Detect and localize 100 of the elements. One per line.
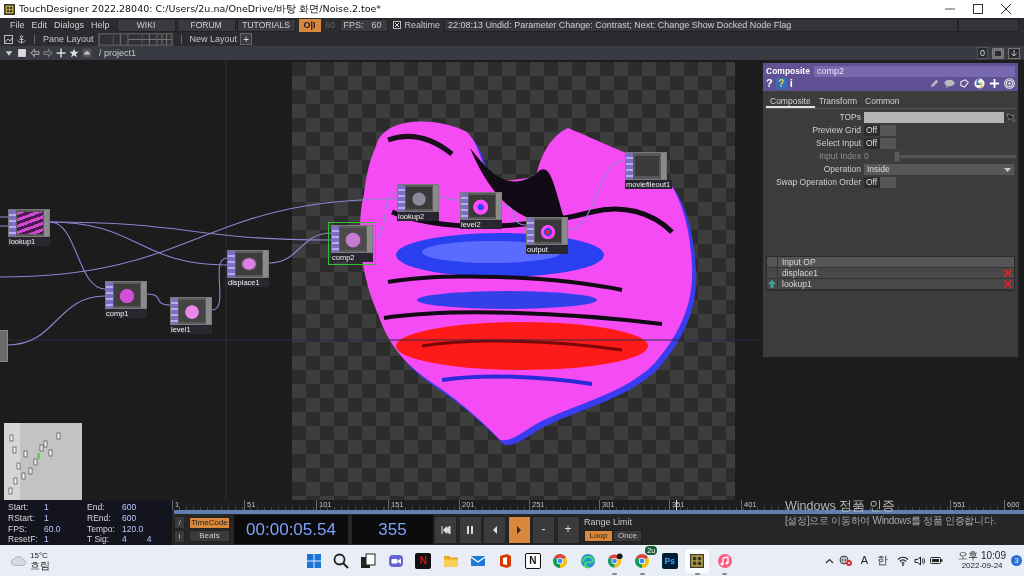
taskbar-app-button[interactable]: N [415,552,432,569]
toggle-button[interactable]: Off [864,125,897,136]
range-limit-label: Range Limit [584,517,634,528]
home-icon[interactable] [82,48,92,58]
info-label: ResetF: [8,534,39,545]
help-button[interactable]: ? [766,78,773,89]
split-rows-icon[interactable] [127,33,143,45]
quad-pane-icon[interactable] [142,33,157,45]
image-icon[interactable] [4,34,13,44]
operator-node[interactable] [0,330,8,362]
connection-wire [567,159,626,231]
menu-item[interactable]: Help [91,19,110,31]
step-button[interactable]: - [532,515,555,544]
range-option-button[interactable]: Once [613,529,642,542]
down-arrow-icon[interactable] [1008,47,1020,59]
up-arrow-icon[interactable] [768,280,776,288]
realtime-checkbox[interactable] [392,21,401,29]
tool-button[interactable]: / [174,516,185,529]
menu-item[interactable]: Dialogs [54,19,85,31]
input-mode-label[interactable]: A [860,553,869,568]
perform-toggle[interactable]: O|I [298,18,321,32]
star-icon[interactable] [69,48,79,58]
menu-item[interactable]: File [10,19,25,31]
window-icon[interactable] [992,47,1004,59]
mode-button[interactable]: Beats [189,530,230,542]
pointer-arrow-icon[interactable] [1006,113,1016,122]
operator-name-field[interactable]: comp2 [813,65,1015,77]
mode-button[interactable]: TimeCode [189,517,230,529]
info-label: T Sig: [87,534,111,545]
anchor-icon[interactable] [17,34,26,44]
plus-icon[interactable] [56,48,66,58]
operator-type-label: Composite [766,65,810,77]
tool-button[interactable]: I [174,530,185,543]
maximize-icon [973,4,983,14]
pentagon-outline-icon[interactable] [959,78,970,89]
toggle-button[interactable]: Off [864,138,897,149]
range-option-button[interactable]: Loop [584,529,613,542]
battery-icon[interactable] [930,556,944,565]
link-button[interactable]: WIKI [116,18,176,32]
thumbnail-drawing [236,253,262,275]
thumbnail-drawing [340,228,366,250]
step-button[interactable]: + [556,515,580,544]
two-tone-logo-icon[interactable] [974,78,985,89]
thumbnail-drawing [406,187,432,209]
thumbnail-drawing [179,300,205,322]
speaker-icon[interactable] [914,555,926,566]
back-arrow-icon[interactable] [30,48,40,58]
thumbnail-drawing [634,155,660,177]
parameter-label: Swap Operation Order [774,177,861,188]
toggle-button[interactable]: Off [864,177,897,188]
info-value: 4 [122,534,127,545]
dropdown-button[interactable]: Inside [864,164,1014,175]
panel-tab[interactable]: Common [861,96,904,108]
info-label: FPS: [8,523,28,535]
play-button[interactable] [507,515,531,544]
temperature-label: 15°C [30,550,49,561]
frame-display: 355 [352,515,433,544]
dropdown-icon[interactable] [4,48,14,58]
info-label: RStart: [8,512,36,524]
video-chat-icon [387,552,404,569]
link-button[interactable]: FORUM [176,18,236,32]
parameter-label: Preview Grid [811,125,861,136]
skip-to-start-button[interactable] [434,515,457,544]
info-value: 600 [122,502,137,513]
pause-button[interactable] [458,515,482,544]
python-help-button[interactable]: ? [775,78,787,89]
chevron-up-icon[interactable] [824,557,834,564]
network-error-icon[interactable] [838,555,852,566]
start-icon [305,552,322,569]
reverse-play-button[interactable] [483,515,506,544]
panel-tab[interactable]: Transform [814,96,862,108]
fps-value: 60 [371,19,382,31]
parameter-label: Operation [822,164,861,175]
info-label: End: [87,502,106,513]
square-icon[interactable] [17,48,27,58]
taskbar-app-button[interactable]: N [524,552,541,569]
info-value: 1 [44,512,49,524]
link-button[interactable]: TUTORIALS [236,18,296,32]
taskbar-app-button[interactable] [685,548,710,573]
taskbar-app-button[interactable]: Ps [661,552,678,569]
speech-bubble-icon[interactable] [944,78,955,89]
timecode-display: 00:00:05.54 [234,515,348,544]
wifi-icon[interactable] [897,555,910,566]
input-field[interactable] [864,112,1004,123]
info-button[interactable]: i [789,78,793,89]
info-label: Tempo: [87,523,116,535]
info-value: 60.0 [44,523,61,535]
target-icon[interactable] [1004,78,1015,89]
clock-date[interactable]: 2022-09-24 [961,560,1003,571]
panel-tab[interactable]: Composite [766,96,815,108]
add-layout-button[interactable]: + [240,33,253,45]
menu-item[interactable]: Edit [31,19,48,31]
clock-time[interactable]: 오후 10:09 [958,550,1006,561]
info-value: 120.0 [122,523,144,535]
six-pane-icon[interactable] [156,33,172,45]
play-icon [514,524,524,535]
count-field[interactable]: 0 [977,47,988,59]
language-label[interactable]: 한 [877,553,889,568]
parameter-label: TOPs [838,112,861,123]
activation-message: [설정]으로 이동하여 Windows를 정품 인증합니다. [785,515,996,527]
